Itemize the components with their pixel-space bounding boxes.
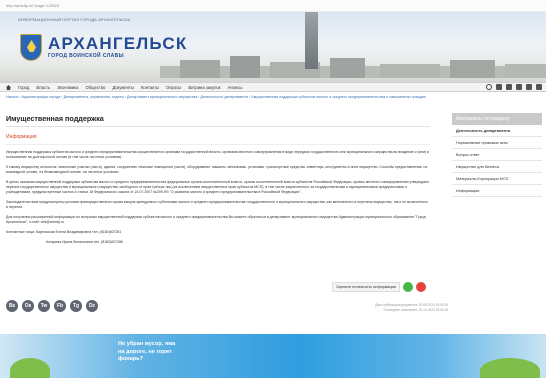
social-links: Вк Ок Tw Fb Tg Dz xyxy=(6,300,98,312)
sidebar-item-information[interactable]: Информация xyxy=(452,185,542,197)
sidebar-header: Материалы по разделу xyxy=(452,113,542,125)
banner-foliage xyxy=(10,358,50,378)
city-skyline-image xyxy=(160,56,546,78)
nav-item-economy[interactable]: Экономика xyxy=(57,85,78,90)
portal-label: ИНФОРМАЦИОННЫЙ ПОРТАЛ ГОРОДА АРХАНГЕЛЬСК… xyxy=(18,17,131,22)
sidebar-item-regulations[interactable]: Нормативные правовые акты xyxy=(452,137,542,149)
contact-line: Контактные лица: Карельская Елена Владим… xyxy=(6,230,122,234)
breadcrumb[interactable]: Начало › Администрация города › Департам… xyxy=(6,95,540,99)
site-header: ИНФОРМАЦИОННЫЙ ПОРТАЛ ГОРОДА АРХАНГЕЛЬСК… xyxy=(0,12,546,82)
paragraph: В целях оказания имущественной поддержки… xyxy=(6,180,430,194)
dzen-icon[interactable]: Dz xyxy=(86,300,98,312)
paragraph: Для получения расширенной информации по … xyxy=(6,215,426,224)
sidebar-item-activity[interactable]: Деятельность департамента xyxy=(452,125,542,137)
paragraph: Имущественная поддержка субъектов малого… xyxy=(6,150,429,159)
facebook-icon[interactable]: Fb xyxy=(54,300,66,312)
odnoklassniki-icon[interactable]: Ок xyxy=(22,300,34,312)
nav-item-announcements[interactable]: Анонсы xyxy=(228,85,243,90)
rating-label: Оцените полезность информации xyxy=(332,282,400,292)
nav-item-city[interactable]: Город xyxy=(18,85,29,90)
home-icon[interactable] xyxy=(6,85,11,90)
accessibility-icon[interactable] xyxy=(496,84,502,90)
address-bar[interactable]: http://arhcity.ru/?page=1339/4 xyxy=(0,0,546,12)
paragraph: К такому имуществу относятся: земельные … xyxy=(6,165,428,174)
banner-line: на дороге, не горит xyxy=(118,348,172,355)
page-title: Имущественная поддержка xyxy=(6,110,430,127)
tower-image xyxy=(305,12,318,69)
thumbs-up-button[interactable] xyxy=(402,282,413,292)
telegram-icon[interactable]: Tg xyxy=(70,300,82,312)
updated-date: Последнее изменение: 20.10.2020 15:45:28 xyxy=(383,307,448,312)
nav-item-polls[interactable]: Опросы xyxy=(166,85,181,90)
paragraph: Законодательством предусмотрены условия … xyxy=(6,200,428,209)
nav-item-society[interactable]: Общество xyxy=(85,85,105,90)
banner-text: Не убран мусор, яма на дороге, не горит … xyxy=(118,341,175,364)
vk-icon[interactable]: Вк xyxy=(6,300,18,312)
section-subtitle: Информация xyxy=(6,134,430,145)
banner-line: фонарь? xyxy=(118,356,143,362)
nav-item-procurement[interactable]: Витрина закупок xyxy=(188,85,220,90)
menu-icon[interactable] xyxy=(536,84,542,90)
nav-item-contacts[interactable]: Контакты xyxy=(141,85,159,90)
document-dates: Дата публикации документа: 20.08.2020 15… xyxy=(375,303,448,312)
nav-item-power[interactable]: Власть xyxy=(36,85,50,90)
url-text: http://arhcity.ru/?page=1339/4 xyxy=(6,3,59,8)
twitter-icon[interactable]: Tw xyxy=(38,300,50,312)
video-icon[interactable] xyxy=(506,84,512,90)
site-subtitle: ГОРОД ВОИНСКОЙ СЛАВЫ xyxy=(48,53,124,59)
created-date: Дата публикации документа: 20.08.2020 15… xyxy=(375,303,448,307)
mail-icon[interactable] xyxy=(516,84,522,90)
contact-line: Конкрева Ирина Витальевна тел. (8182)607… xyxy=(46,240,123,244)
main-nav: Город Власть Экономика Общество Документ… xyxy=(0,82,546,92)
city-crest-logo[interactable] xyxy=(20,34,42,61)
main-content: Имущественная поддержка Информация Имуще… xyxy=(6,110,430,245)
sitemap-icon[interactable] xyxy=(526,84,532,90)
thumbs-down-button[interactable] xyxy=(415,282,426,292)
banner-line: Не убран мусор, яма xyxy=(118,341,176,347)
search-icon[interactable] xyxy=(486,84,492,90)
promo-banner[interactable]: Не убран мусор, яма на дороге, не горит … xyxy=(0,334,546,378)
sidebar: Материалы по разделу Деятельность департ… xyxy=(452,113,542,197)
banner-foliage xyxy=(480,358,540,378)
sidebar-item-business-property[interactable]: Имущество для бизнеса xyxy=(452,161,542,173)
rating-widget: Оцените полезность информации xyxy=(332,282,426,292)
sidebar-item-faq[interactable]: Вопрос-ответ xyxy=(452,149,542,161)
nav-item-documents[interactable]: Документы xyxy=(112,85,134,90)
sidebar-item-msp-materials[interactable]: Материалы Корпорации МСП xyxy=(452,173,542,185)
